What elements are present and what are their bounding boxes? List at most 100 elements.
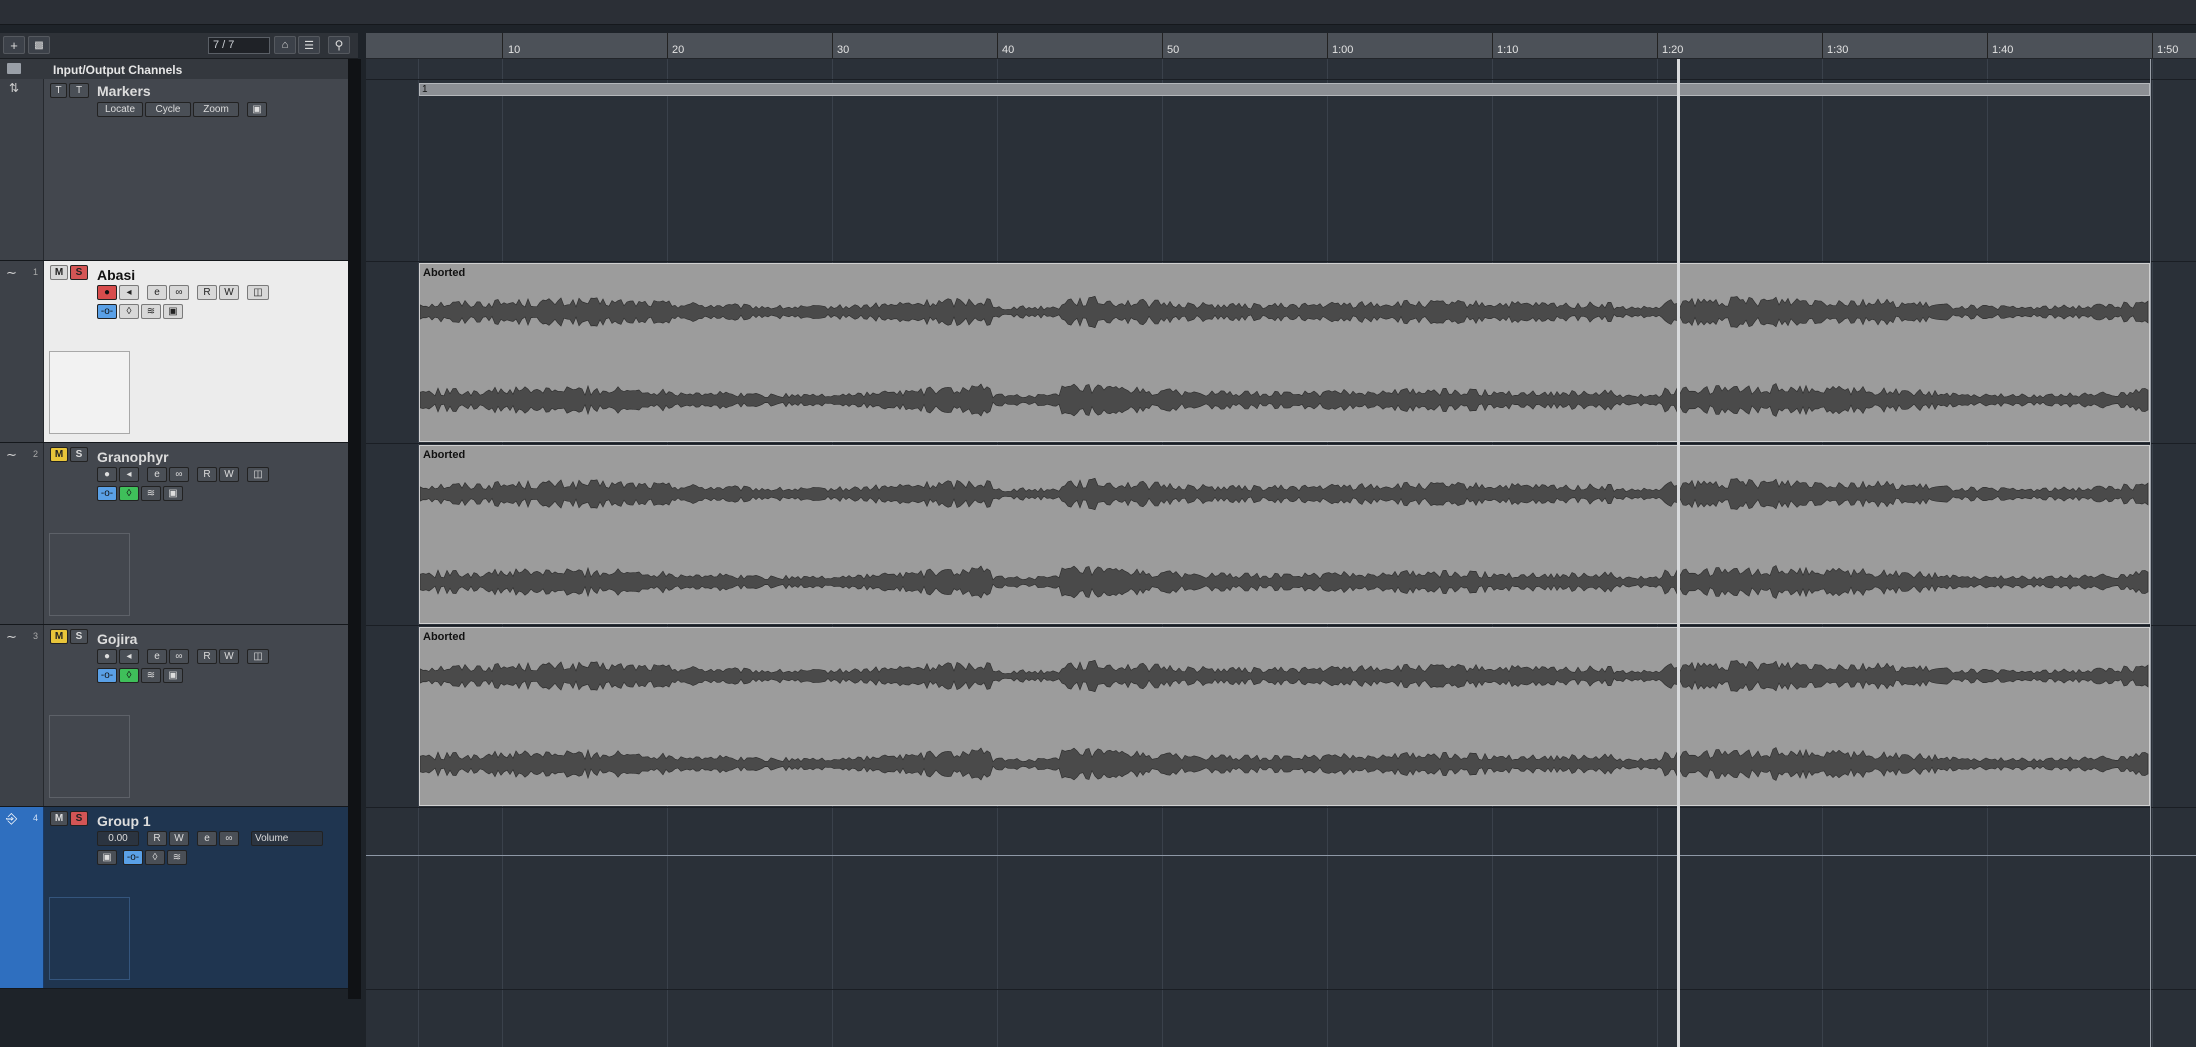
- read-button[interactable]: R: [197, 467, 217, 482]
- automation-parameter-select[interactable]: Volume: [251, 831, 323, 846]
- read-button[interactable]: R: [197, 649, 217, 664]
- house-icon: ⌂: [281, 39, 289, 51]
- time-base-button[interactable]: e: [197, 831, 217, 846]
- time-base-button[interactable]: e: [147, 285, 167, 300]
- write-button[interactable]: W: [169, 831, 189, 846]
- top-toolbar-strip: [0, 0, 2196, 25]
- record-enable-button[interactable]: ●: [97, 649, 117, 664]
- track-picture[interactable]: [49, 533, 130, 616]
- monitor-button[interactable]: ◂: [119, 467, 139, 482]
- track-picture[interactable]: [49, 351, 130, 434]
- solo-button[interactable]: S: [70, 265, 88, 280]
- audio-event-abasi[interactable]: Aborted: [419, 263, 2150, 442]
- folder-label: Input/Output Channels: [53, 63, 183, 77]
- track-name: Markers: [97, 83, 151, 99]
- audio-event-granophyr[interactable]: Aborted: [419, 445, 2150, 624]
- lock-button[interactable]: ▣: [163, 486, 183, 501]
- find-track-button[interactable]: ⚲: [328, 36, 350, 54]
- read-button[interactable]: R: [197, 285, 217, 300]
- monitor-input-button[interactable]: -o-: [123, 850, 143, 865]
- add-track-button[interactable]: +: [3, 36, 25, 54]
- tracklist-toolbar: + ▩ 7 / 7 ⌂ ☰ ⚲: [0, 33, 358, 59]
- edit-channel-button[interactable]: ◊: [145, 850, 165, 865]
- visibility-button[interactable]: ⌂: [274, 36, 296, 54]
- lock-button[interactable]: ▣: [163, 304, 183, 319]
- speaker-icon: ◂: [126, 651, 132, 662]
- edit-channel-button[interactable]: ◊: [119, 486, 139, 501]
- monitor-input-button[interactable]: -o-: [97, 486, 117, 501]
- time-base-button[interactable]: e: [147, 649, 167, 664]
- time-base-button[interactable]: e: [147, 467, 167, 482]
- track-number: 1: [33, 267, 39, 277]
- track-name: Granophyr: [97, 449, 169, 465]
- markers-track[interactable]: ⇅ T T Markers Locate Cycle Zoom ▣: [0, 79, 348, 261]
- lanes-button[interactable]: ◫: [247, 649, 269, 664]
- read-button[interactable]: R: [147, 831, 167, 846]
- time-ruler[interactable]: 10 20 30 40 50 1:00 1:10 1:20 1:30 1:40 …: [366, 33, 2196, 59]
- write-button[interactable]: W: [219, 649, 239, 664]
- record-enable-button[interactable]: ●: [97, 467, 117, 482]
- lock-button[interactable]: ▣: [247, 102, 267, 117]
- marker-event[interactable]: 1: [419, 83, 2150, 96]
- zoom-button[interactable]: Zoom: [193, 102, 239, 117]
- audio-event-gojira[interactable]: Aborted: [419, 627, 2150, 806]
- folder-track-io-channels[interactable]: Input/Output Channels: [0, 59, 348, 79]
- monitor-button[interactable]: ◂: [119, 649, 139, 664]
- tracklist-divider[interactable]: [348, 59, 361, 999]
- volume-value-field[interactable]: 0.00: [97, 831, 139, 846]
- lock-button[interactable]: ▣: [97, 850, 117, 865]
- edit-channel-button[interactable]: ◊: [119, 304, 139, 319]
- mute-button[interactable]: M: [50, 447, 68, 462]
- audio-track-granophyr[interactable]: ∼ 2 M S Granophyr ● ◂ e ∞ R W ◫ -o- ◊ ≋ …: [0, 443, 348, 625]
- monitor-button[interactable]: ◂: [119, 285, 139, 300]
- write-button[interactable]: W: [219, 467, 239, 482]
- mute-button[interactable]: M: [50, 629, 68, 644]
- audio-track-gojira[interactable]: ∼ 3 M S Gojira ● ◂ e ∞ R W ◫ -o- ◊ ≋ ▣: [0, 625, 348, 807]
- audio-track-icon: ∼: [6, 265, 17, 280]
- ruler-label: 30: [837, 44, 850, 56]
- mute-button[interactable]: M: [50, 265, 68, 280]
- lock-button[interactable]: ▣: [163, 668, 183, 683]
- link-button[interactable]: ∞: [169, 649, 189, 664]
- marker-tool-button-1[interactable]: T: [50, 83, 67, 98]
- solo-button[interactable]: S: [70, 629, 88, 644]
- add-track-menu-button[interactable]: ▩: [28, 36, 50, 54]
- mute-button[interactable]: M: [50, 811, 68, 826]
- audio-track-icon: ∼: [6, 447, 17, 462]
- lanes-button[interactable]: ◫: [247, 467, 269, 482]
- solo-button[interactable]: S: [70, 447, 88, 462]
- group-track-1[interactable]: ⎆ 4 M S Group 1 0.00 R W e ∞ Volume ▣ -o…: [0, 807, 348, 989]
- folder-plus-icon: ▩: [34, 39, 44, 51]
- track-counter[interactable]: 7 / 7: [208, 37, 270, 54]
- link-button[interactable]: ∞: [169, 285, 189, 300]
- track-list-settings-button[interactable]: ☰: [298, 36, 320, 54]
- track-picture[interactable]: [49, 715, 130, 798]
- ruler-label: 50: [1167, 44, 1180, 56]
- track-number: 2: [33, 449, 39, 459]
- link-button[interactable]: ∞: [169, 467, 189, 482]
- eq-button[interactable]: ≋: [141, 668, 161, 683]
- track-picture[interactable]: [49, 897, 130, 980]
- audio-track-abasi[interactable]: ∼ 1 M S Abasi ● ◂ e ∞ R W ◫ -o- ◊ ≋ ▣: [0, 261, 348, 443]
- record-enable-button[interactable]: ●: [97, 285, 117, 300]
- speaker-icon: ◂: [126, 469, 132, 480]
- lock-icon: ▣: [252, 104, 262, 115]
- cycle-button[interactable]: Cycle: [145, 102, 191, 117]
- write-button[interactable]: W: [219, 285, 239, 300]
- locate-button[interactable]: Locate: [97, 102, 143, 117]
- marker-tool-button-2[interactable]: T: [69, 83, 89, 98]
- event-display[interactable]: 1 Aborted Aborted Aborted: [366, 59, 2196, 1047]
- speaker-icon: ◂: [126, 287, 132, 298]
- edit-channel-button[interactable]: ◊: [119, 668, 139, 683]
- eq-button[interactable]: ≋: [141, 486, 161, 501]
- project-cursor[interactable]: [1677, 59, 1680, 1047]
- eq-button[interactable]: ≋: [141, 304, 161, 319]
- monitor-input-button[interactable]: -o-: [97, 304, 117, 319]
- list-icon: ☰: [304, 39, 314, 52]
- solo-button[interactable]: S: [70, 811, 88, 826]
- lock-icon: ▣: [168, 306, 178, 317]
- monitor-input-button[interactable]: -o-: [97, 668, 117, 683]
- link-button[interactable]: ∞: [219, 831, 239, 846]
- eq-button[interactable]: ≋: [167, 850, 187, 865]
- lanes-button[interactable]: ◫: [247, 285, 269, 300]
